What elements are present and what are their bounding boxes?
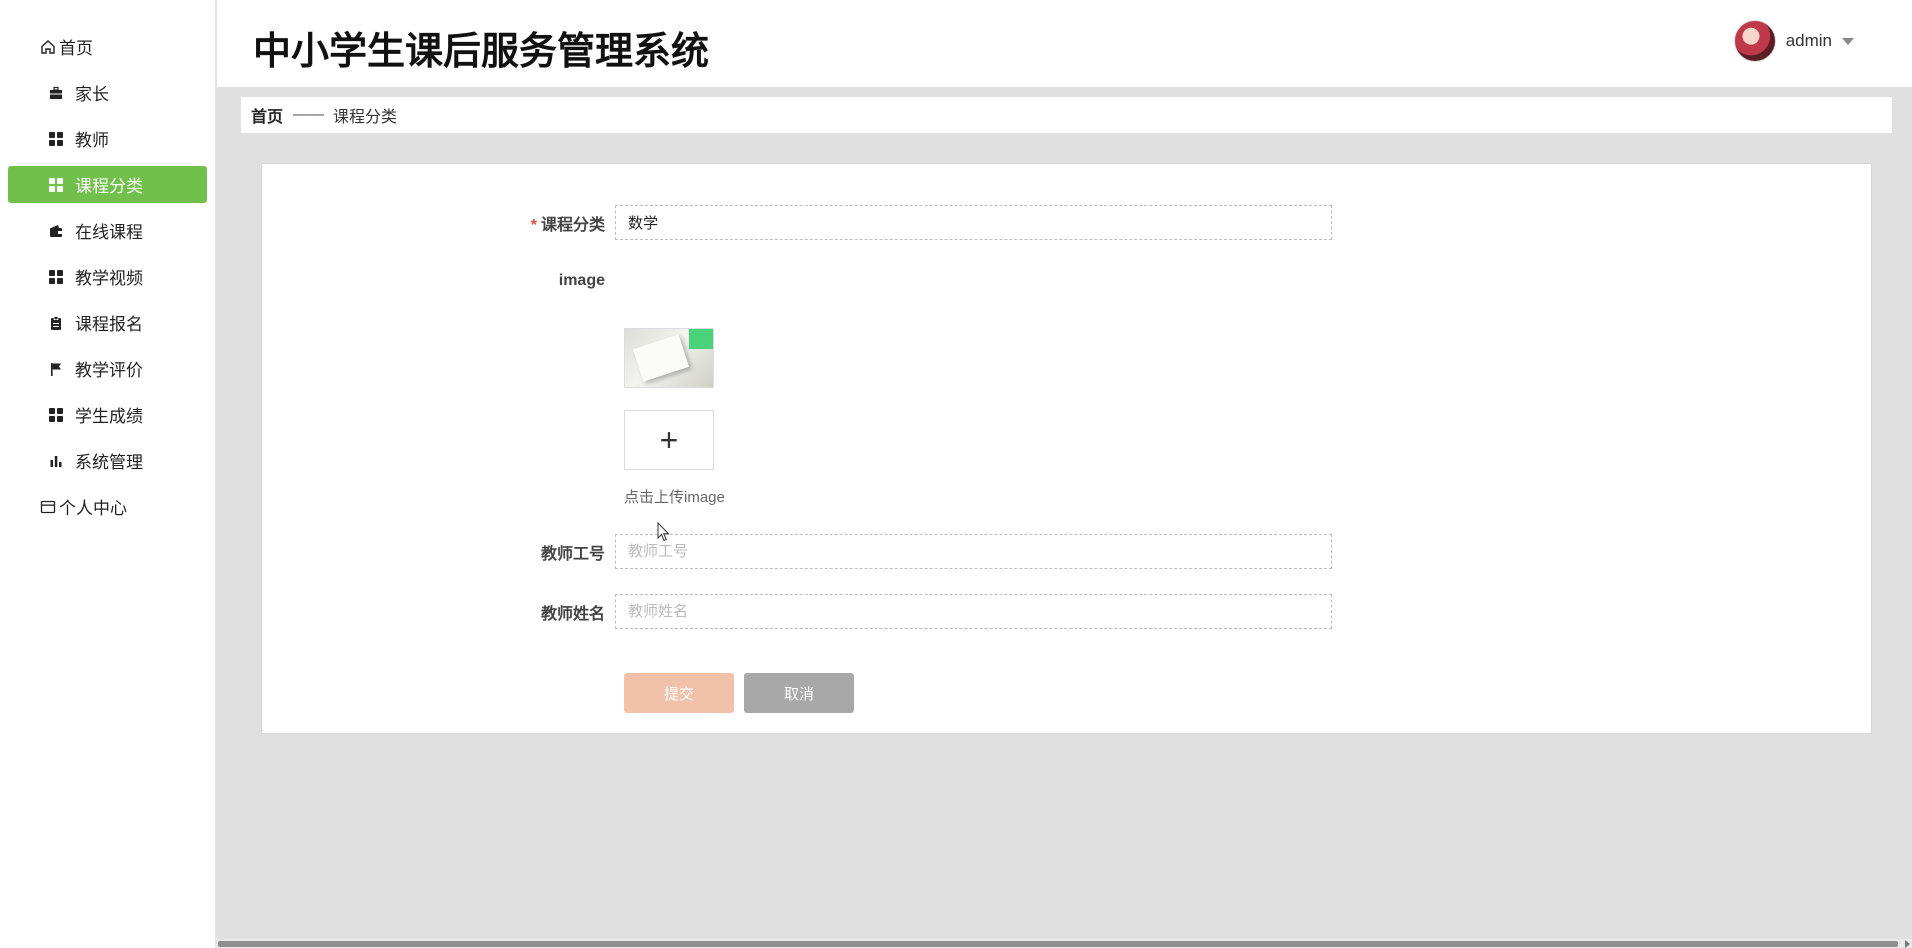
breadcrumb: 首页 —— 课程分类 — [241, 97, 1892, 133]
form-row-teacher-name: 教师姓名 — [262, 594, 1332, 629]
sidebar-item-teaching-evaluation[interactable]: 教学评价 — [8, 350, 207, 387]
sidebar-item-personal-center[interactable]: 个人中心 — [8, 488, 207, 525]
clipboard-icon — [48, 315, 64, 331]
briefcase-icon — [48, 85, 64, 101]
sidebar-item-teaching-videos[interactable]: 教学视频 — [8, 258, 207, 295]
sidebar-item-label: 教学视频 — [75, 269, 143, 288]
image-upload-button[interactable]: + — [624, 410, 714, 470]
sidebar-item-label: 首页 — [59, 39, 93, 58]
sidebar-item-label: 学生成绩 — [75, 407, 143, 426]
thumbnail-corner-graphic — [689, 329, 713, 349]
required-mark: * — [530, 216, 537, 234]
sidebar-item-course-signup[interactable]: 课程报名 — [8, 304, 207, 341]
category-label-text: 课程分类 — [540, 216, 605, 234]
image-label: image — [558, 272, 605, 289]
home-icon — [40, 39, 56, 55]
teacher-name-input[interactable] — [615, 594, 1332, 629]
sidebar-item-home[interactable]: 首页 — [8, 28, 207, 65]
sidebar-item-parents[interactable]: 家长 — [8, 74, 207, 111]
sidebar-item-label: 个人中心 — [59, 499, 127, 518]
sidebar-item-course-category[interactable]: 课程分类 — [8, 166, 207, 203]
top-header: 中小学生课后服务管理系统 admin — [217, 0, 1912, 87]
cancel-button[interactable]: 取消 — [744, 673, 854, 713]
user-name: admin — [1785, 31, 1832, 50]
scroll-right-icon[interactable] — [1905, 940, 1910, 948]
scrollbar-thumb[interactable] — [218, 941, 1898, 947]
thumbnail-paper-graphic — [632, 334, 690, 382]
form-row-teacher-id: 教师工号 — [262, 534, 1332, 569]
wallet-icon — [48, 223, 64, 239]
breadcrumb-current: 课程分类 — [333, 109, 398, 126]
category-label: * 课程分类 — [262, 211, 615, 235]
sidebar-item-label: 教学评价 — [75, 361, 143, 380]
teacher-id-input[interactable] — [615, 534, 1332, 569]
horizontal-scrollbar[interactable] — [216, 939, 1912, 948]
category-input[interactable] — [615, 205, 1332, 240]
flag-icon — [48, 361, 64, 377]
sidebar-item-label: 教师 — [75, 131, 109, 150]
caret-down-icon — [1842, 37, 1854, 45]
sidebar-item-teachers[interactable]: 教师 — [8, 120, 207, 157]
breadcrumb-separator: —— — [293, 106, 324, 123]
mouse-cursor-icon — [657, 522, 670, 542]
plus-icon: + — [659, 421, 679, 458]
form-row-image: image — [262, 272, 615, 290]
submit-button[interactable]: 提交 — [624, 673, 734, 713]
grid-icon — [48, 407, 64, 423]
sidebar-item-label: 在线课程 — [75, 223, 143, 242]
upload-hint: 点击上传image — [624, 489, 725, 506]
form-row-category: * 课程分类 — [262, 205, 1332, 240]
breadcrumb-home[interactable]: 首页 — [251, 103, 283, 127]
uploaded-image-thumbnail[interactable] — [624, 328, 714, 388]
grid-icon — [48, 131, 64, 147]
sidebar-item-label: 家长 — [75, 85, 109, 104]
course-category-form: *课程分类 image + 点击上传image 教师工号 教师姓名 提交 取消 — [261, 163, 1872, 734]
sidebar-item-label: 课程分类 — [75, 177, 143, 196]
sidebar-item-system-management[interactable]: 系统管理 — [8, 442, 207, 479]
card-icon — [40, 499, 56, 515]
bar-chart-icon — [48, 453, 64, 469]
user-menu[interactable]: admin — [1733, 20, 1854, 62]
sidebar-menu: 首页 家长 教师 课程分类 在线课程 教学视频 课程报名 教学评价 学生成绩 系… — [0, 0, 215, 525]
avatar — [1733, 20, 1776, 62]
grid-icon — [48, 177, 64, 193]
sidebar-item-label: 课程报名 — [75, 315, 143, 334]
grid-icon — [48, 269, 64, 285]
app-title: 中小学生课后服务管理系统 — [253, 31, 710, 73]
sidebar-item-online-courses[interactable]: 在线课程 — [8, 212, 207, 249]
sidebar: 首页 家长 教师 课程分类 在线课程 教学视频 课程报名 教学评价 学生成绩 系… — [0, 0, 216, 948]
teacher-id-label: 教师工号 — [540, 545, 605, 563]
sidebar-item-label: 系统管理 — [75, 453, 143, 472]
teacher-name-label: 教师姓名 — [540, 605, 605, 623]
sidebar-item-student-scores[interactable]: 学生成绩 — [8, 396, 207, 433]
